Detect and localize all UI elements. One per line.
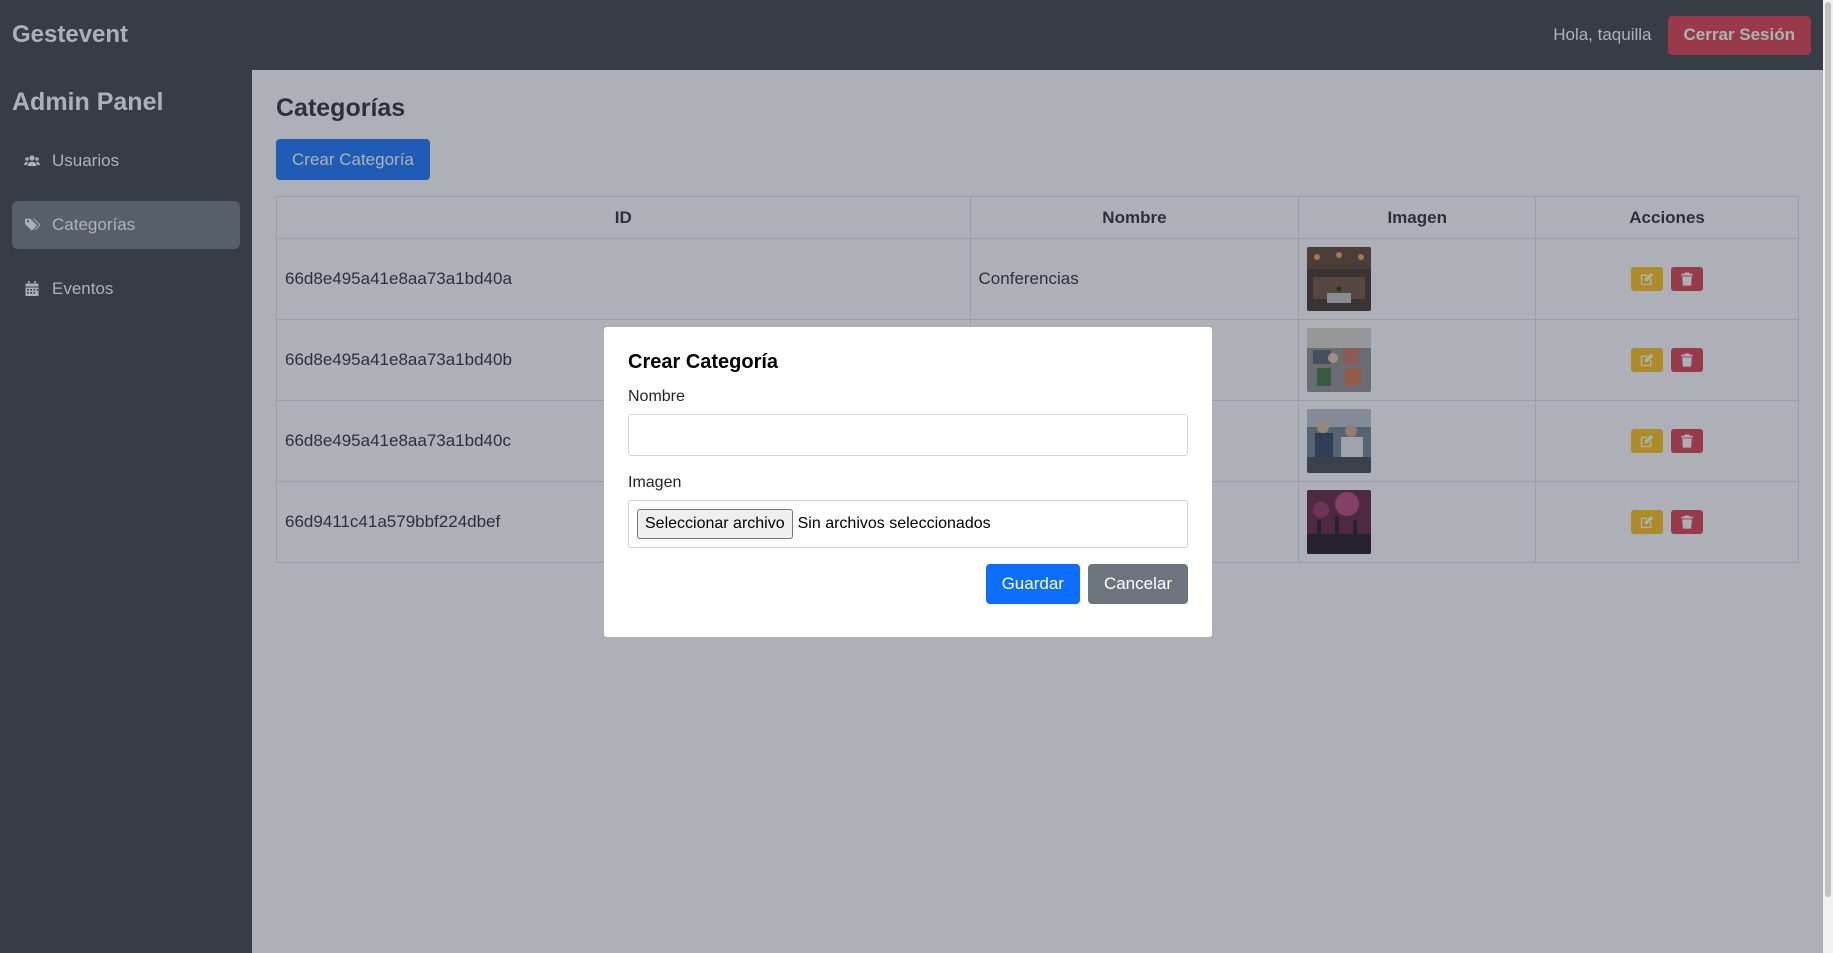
file-status-text: Sin archivos seleccionados [797, 515, 991, 532]
nombre-input[interactable] [628, 414, 1188, 456]
app-root: Gestevent Hola, taquilla Cerrar Sesión A… [0, 0, 1833, 953]
create-category-modal: Crear Categoría Nombre Imagen Selecciona… [604, 327, 1212, 637]
modal-title: Crear Categoría [628, 351, 779, 373]
modal-actions: Guardar Cancelar [628, 564, 1188, 604]
imagen-file-input[interactable]: Seleccionar archivo Sin archivos selecci… [628, 500, 1188, 548]
page-scrollbar[interactable] [1823, 0, 1833, 953]
scrollbar-thumb[interactable] [1825, 2, 1831, 897]
imagen-label: Imagen [628, 474, 682, 491]
save-button[interactable]: Guardar [985, 564, 1080, 604]
nombre-label: Nombre [628, 388, 685, 405]
cancel-button[interactable]: Cancelar [1087, 564, 1188, 604]
select-file-button[interactable]: Seleccionar archivo [637, 509, 793, 539]
